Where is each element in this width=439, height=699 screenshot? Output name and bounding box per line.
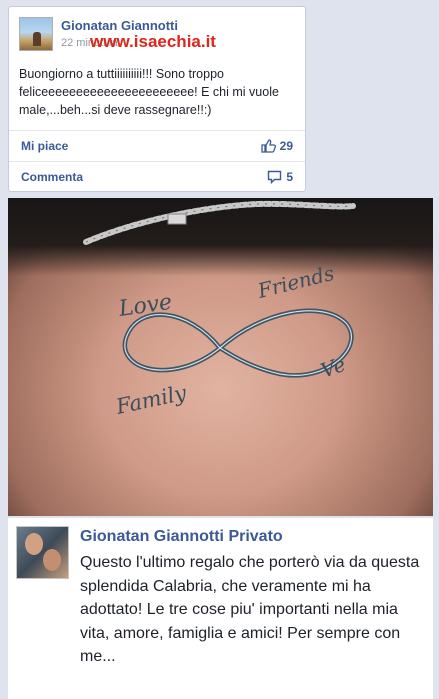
comment-bubble-icon bbox=[267, 170, 282, 184]
avatar[interactable] bbox=[16, 526, 69, 579]
repost-author[interactable]: Gionatan Giannotti Privato bbox=[80, 528, 283, 546]
comment-count-value: 5 bbox=[286, 170, 293, 184]
post-text: Buongiorno a tuttiiiiiiiiii!!! Sono trop… bbox=[19, 67, 279, 117]
avatar[interactable] bbox=[19, 17, 53, 51]
comment-count[interactable]: 5 bbox=[267, 170, 293, 184]
like-count[interactable]: 29 bbox=[260, 139, 293, 153]
like-row[interactable]: Mi piace 29 bbox=[9, 131, 305, 161]
tattoo-photo[interactable]: Love Friends Family Ve bbox=[8, 198, 433, 516]
like-button[interactable]: Mi piace bbox=[21, 139, 68, 153]
thumbs-up-icon bbox=[260, 139, 276, 153]
tattoo-artwork: Love Friends Family Ve bbox=[83, 200, 356, 419]
like-count-value: 29 bbox=[279, 139, 293, 153]
watermark: www.isaechia.it bbox=[90, 32, 216, 51]
repost-card: Gionatan Giannotti Privato Questo l'ulti… bbox=[8, 518, 433, 699]
tattoo-word-friends: Friends bbox=[254, 261, 336, 303]
tattoo-word-family: Family bbox=[113, 380, 189, 419]
tattoo-word-love: Love bbox=[116, 290, 173, 322]
comment-row[interactable]: Commenta 5 bbox=[9, 162, 305, 192]
comment-button[interactable]: Commenta bbox=[21, 170, 83, 184]
post-author[interactable]: Gionatan Giannotti bbox=[61, 18, 178, 33]
repost-text: Questo l'ultimo regalo che porterò via d… bbox=[80, 554, 420, 665]
